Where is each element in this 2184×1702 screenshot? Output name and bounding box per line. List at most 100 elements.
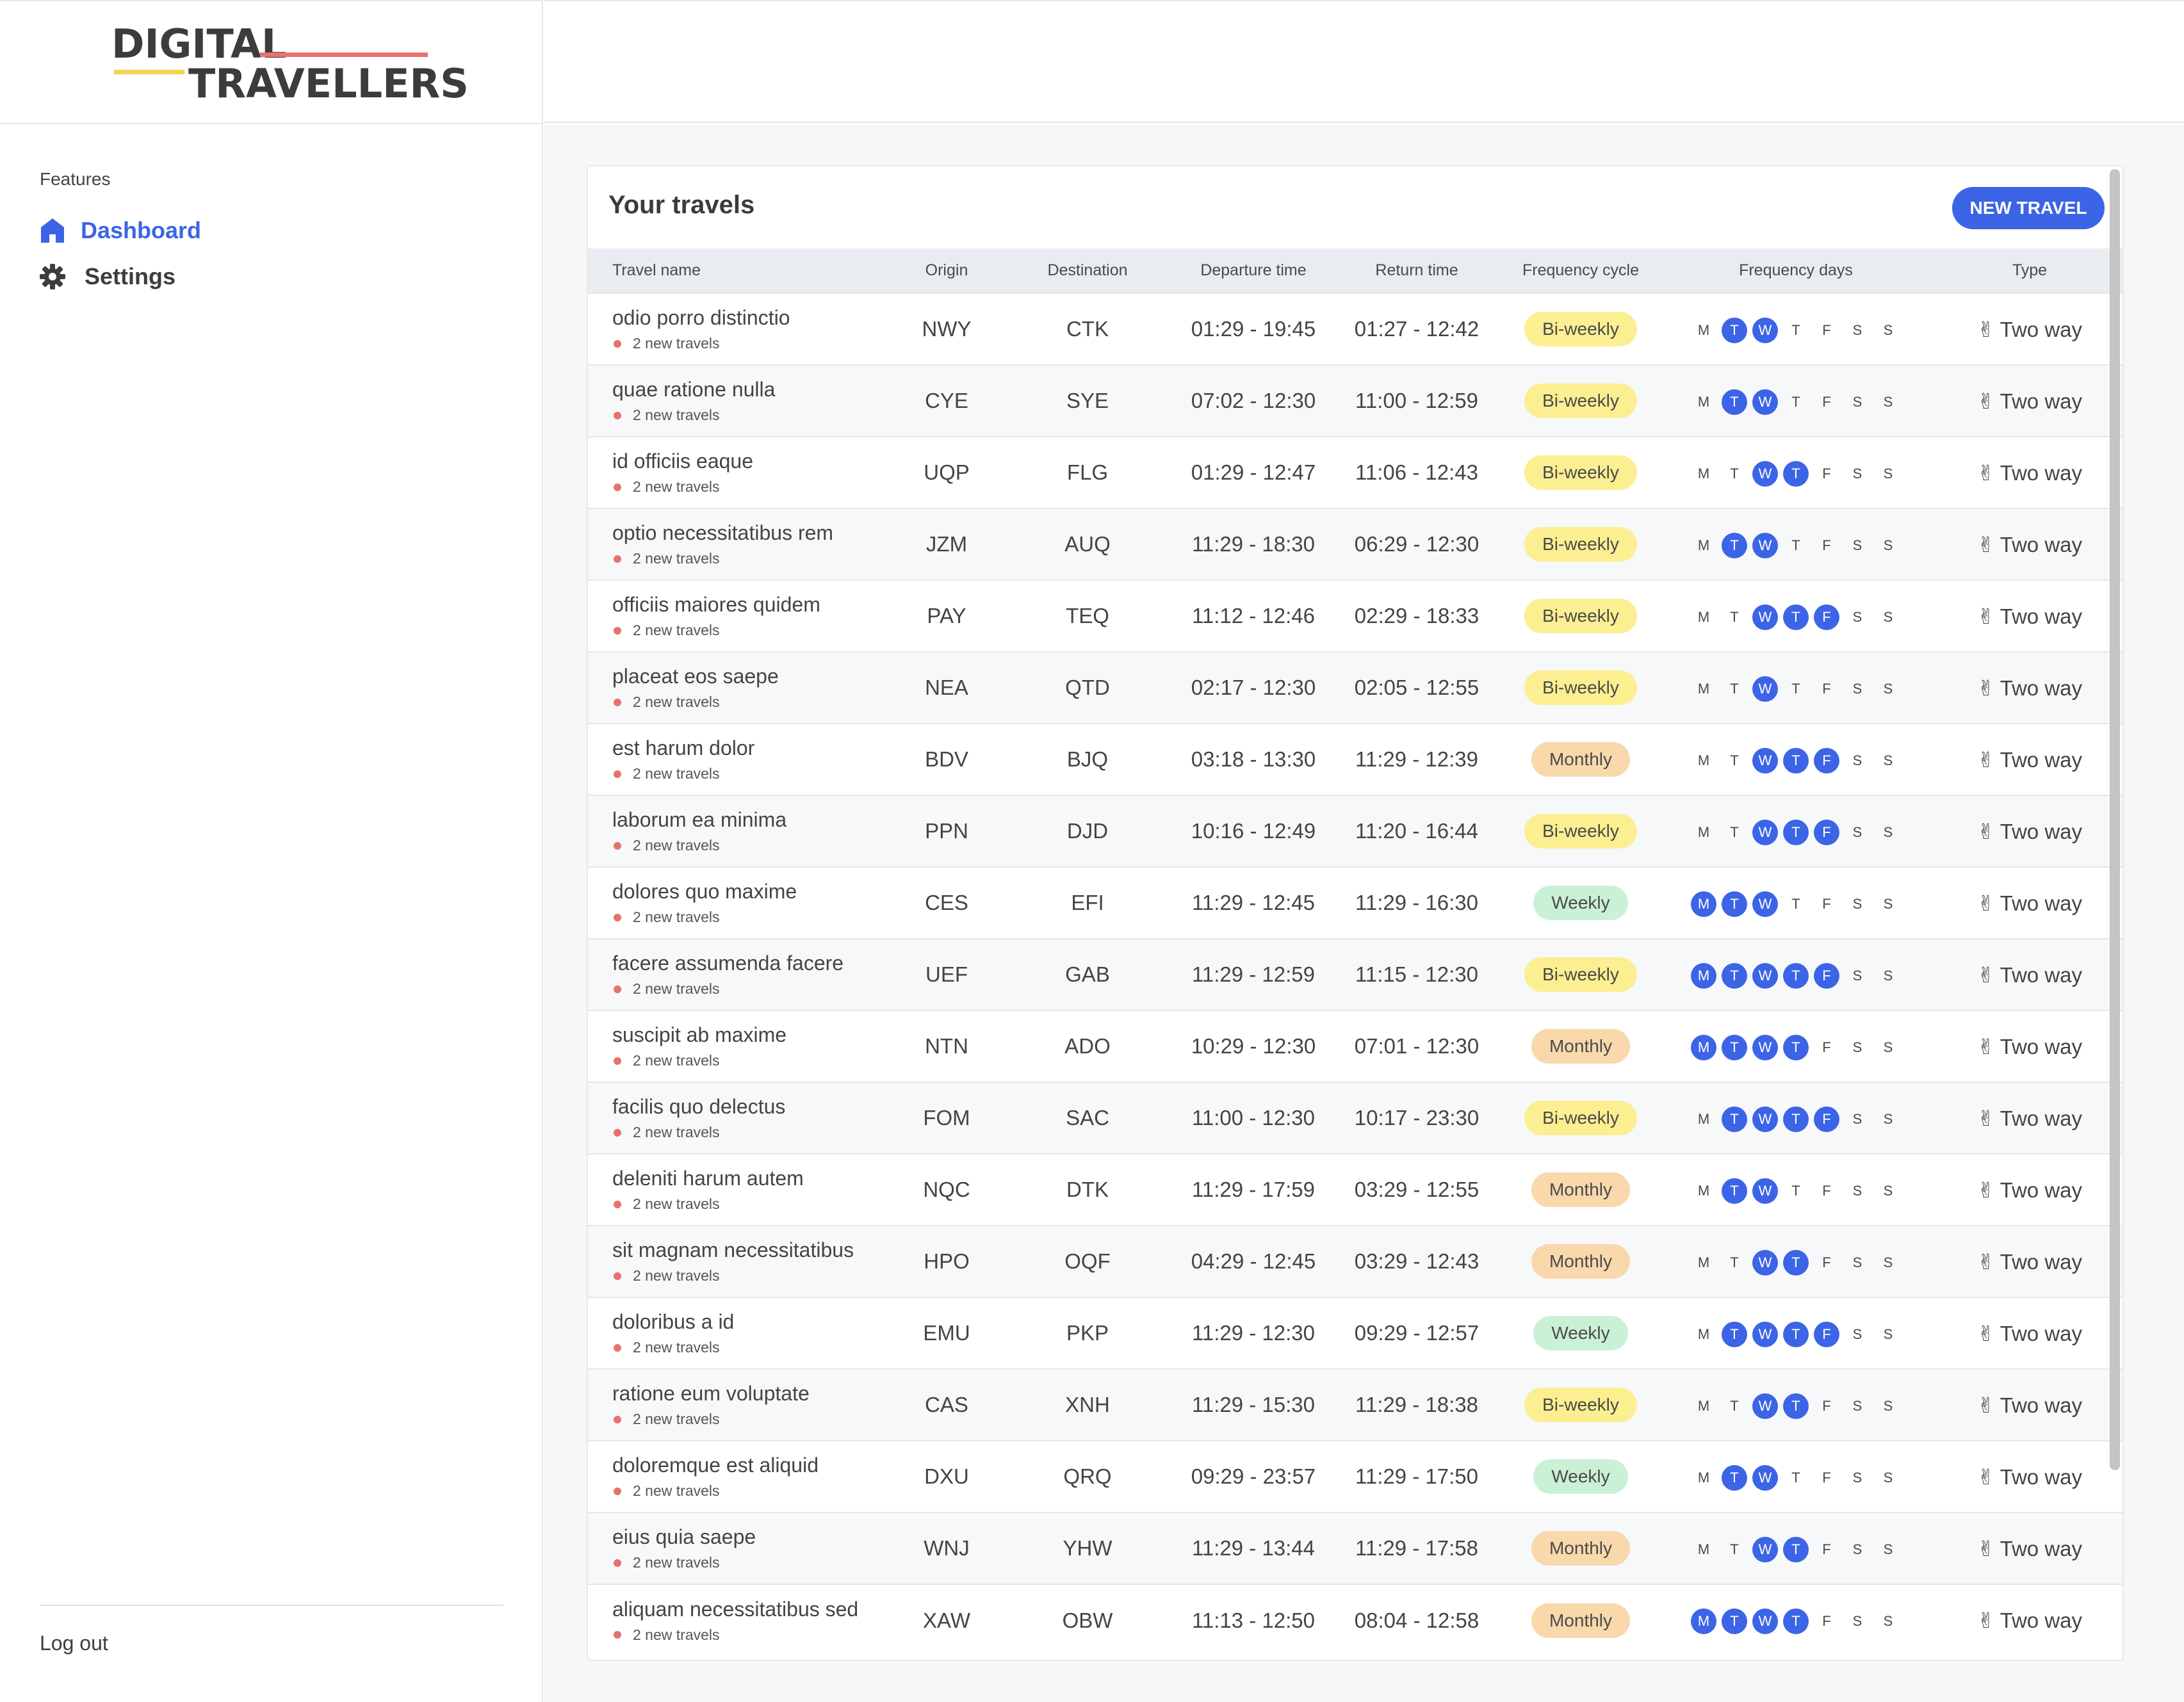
table-row[interactable]: ratione eum voluptate 2 new travels CAS XNH…: [588, 1369, 2123, 1441]
table-row[interactable]: quae ratione nulla 2 new travels CYE SYE 07:…: [588, 365, 2123, 437]
frequency-days-cell: MTWTFSS: [1658, 1369, 1934, 1441]
table-row[interactable]: laborum ea minima 2 new travels PPN DJD 10:1…: [588, 795, 2123, 867]
table-row[interactable]: doloremque est aliquid 2 new travels DXU QR…: [588, 1441, 2123, 1512]
travel-name[interactable]: suscipit ab maxime: [612, 1023, 895, 1047]
travel-name[interactable]: doloremque est aliquid: [612, 1454, 895, 1477]
day-indicator: T: [1730, 680, 1739, 697]
column-header-destination[interactable]: Destination: [998, 248, 1177, 293]
table-row[interactable]: facilis quo delectus 2 new travels FOM SAC 1…: [588, 1082, 2123, 1154]
day-indicator: S: [1883, 1613, 1893, 1629]
frequency-days-cell: MTWTFSS: [1658, 1584, 1934, 1656]
table-row[interactable]: optio necessitatibus rem 2 new travels JZM…: [588, 508, 2123, 580]
column-header-origin[interactable]: Origin: [895, 248, 998, 293]
return-time-cell: 02:05 - 12:55: [1354, 676, 1479, 699]
sidebar-item-dashboard[interactable]: Dashboard: [38, 216, 201, 245]
day-indicator: M: [1697, 608, 1710, 625]
travel-name-cell: optio necessitatibus rem 2 new travels: [588, 508, 895, 580]
destination-cell: CTK: [1066, 317, 1109, 341]
type-cell: ✌ Two way: [1934, 1226, 2123, 1297]
frequency-days-cell: MTWTFSS: [1658, 437, 1934, 508]
sidebar-divider: [40, 1605, 503, 1606]
day-indicator: S: [1883, 1397, 1893, 1414]
return-time-cell: 09:29 - 12:57: [1354, 1321, 1479, 1345]
logout-link[interactable]: Log out: [40, 1632, 108, 1655]
column-header-travel-name[interactable]: Travel name: [588, 248, 895, 293]
travel-name[interactable]: deleniti harum autem: [612, 1167, 895, 1190]
column-header-return-time[interactable]: Return time: [1330, 248, 1504, 293]
origin-cell: CYE: [925, 389, 968, 412]
travel-name[interactable]: odio porro distinctio: [612, 306, 895, 330]
logo[interactable]: DIGITAL TRAVELLERS: [111, 24, 469, 108]
table-row[interactable]: suscipit ab maxime 2 new travels NTN ADO 10:…: [588, 1010, 2123, 1082]
frequency-days: MTWTFSS: [1691, 604, 1901, 630]
table-row[interactable]: dolores quo maxime 2 new travels CES EFI 11:…: [588, 867, 2123, 939]
table-row[interactable]: id officiis eaque 2 new travels UQP FLG 01:2…: [588, 437, 2123, 508]
departure-time-cell: 11:29 - 12:45: [1191, 891, 1316, 914]
day-indicator: S: [1883, 752, 1893, 768]
departure-time-cell: 11:12 - 12:46: [1191, 604, 1316, 628]
day-indicator: W: [1752, 1609, 1778, 1634]
day-indicator: T: [1730, 823, 1739, 840]
table-row[interactable]: aliquam necessitatibus sed 2 new travels X…: [588, 1584, 2123, 1656]
day-indicator: S: [1883, 680, 1893, 697]
travel-name[interactable]: sit magnam necessitatibus: [612, 1238, 895, 1262]
table-row[interactable]: officiis maiores quidem 2 new travels PAY T…: [588, 580, 2123, 652]
travel-name[interactable]: ratione eum voluptate: [612, 1382, 895, 1406]
day-indicator: F: [1822, 321, 1831, 338]
day-indicator: M: [1697, 321, 1710, 338]
table-row[interactable]: placeat eos saepe 2 new travels NEA QTD 02:1…: [588, 652, 2123, 724]
frequency-days: MTWTFSS: [1691, 460, 1901, 487]
vertical-scrollbar[interactable]: [2110, 169, 2120, 1470]
status-dot-icon: [614, 626, 621, 635]
travel-name[interactable]: optio necessitatibus rem: [612, 521, 895, 545]
new-travels-text: 2 new travels: [633, 1195, 720, 1212]
day-indicator: T: [1783, 1034, 1809, 1060]
day-indicator: S: [1852, 537, 1862, 553]
travel-name[interactable]: doloribus a id: [612, 1310, 895, 1334]
frequency-cycle-badge: Bi-weekly: [1524, 1101, 1637, 1135]
table-row[interactable]: sit magnam necessitatibus 2 new travels HP…: [588, 1226, 2123, 1297]
frequency-days-cell: MTWTFSS: [1658, 580, 1934, 652]
travel-name[interactable]: est harum dolor: [612, 736, 895, 760]
travel-name[interactable]: facere assumenda facere: [612, 952, 895, 975]
travel-name[interactable]: eius quia saepe: [612, 1525, 895, 1549]
travel-name[interactable]: facilis quo delectus: [612, 1095, 895, 1119]
new-travels-text: 2 new travels: [633, 837, 720, 854]
day-indicator: W: [1752, 891, 1778, 917]
travel-name[interactable]: aliquam necessitatibus sed: [612, 1598, 895, 1621]
table-row[interactable]: odio porro distinctio 2 new travels NWY CTK…: [588, 293, 2123, 365]
travel-name[interactable]: dolores quo maxime: [612, 880, 895, 904]
travel-name[interactable]: officiis maiores quidem: [612, 593, 895, 617]
status-dot-icon: [614, 1487, 621, 1495]
column-header-frequency-cycle[interactable]: Frequency cycle: [1504, 248, 1658, 293]
origin-cell: XAW: [923, 1608, 970, 1632]
travel-name[interactable]: quae ratione nulla: [612, 378, 895, 401]
travel-name-cell: quae ratione nulla 2 new travels: [588, 365, 895, 437]
frequency-days-cell: MTWTFSS: [1658, 867, 1934, 939]
column-header-departure-time[interactable]: Departure time: [1177, 248, 1330, 293]
new-travels-indicator: 2 new travels: [612, 1195, 895, 1213]
travel-name[interactable]: laborum ea minima: [612, 808, 895, 832]
table-row[interactable]: facere assumenda facere 2 new travels UEF G…: [588, 939, 2123, 1010]
new-travels-text: 2 new travels: [633, 407, 720, 423]
table-row[interactable]: eius quia saepe 2 new travels WNJ YHW 11:29 …: [588, 1512, 2123, 1584]
frequency-cycle-cell: Bi-weekly: [1504, 580, 1658, 652]
departure-time-cell: 11:13 - 12:50: [1191, 1608, 1316, 1632]
table-row[interactable]: est harum dolor 2 new travels BDV BJQ 03:18 …: [588, 724, 2123, 795]
return-time-cell: 11:00 - 12:59: [1355, 389, 1479, 412]
new-travel-button[interactable]: NEW TRAVEL: [1952, 187, 2105, 229]
travel-name[interactable]: placeat eos saepe: [612, 665, 895, 688]
travel-name[interactable]: id officiis eaque: [612, 450, 895, 473]
table-row[interactable]: doloribus a id 2 new travels EMU PKP 11:29 -…: [588, 1297, 2123, 1369]
sidebar-item-settings[interactable]: Settings: [38, 263, 175, 291]
origin-cell: WNJ: [924, 1536, 970, 1560]
column-header-frequency-days[interactable]: Frequency days: [1658, 248, 1934, 293]
day-indicator: S: [1883, 608, 1893, 625]
column-header-type[interactable]: Type: [1934, 248, 2123, 293]
travel-name-cell: ratione eum voluptate 2 new travels: [588, 1369, 895, 1441]
frequency-cycle-cell: Bi-weekly: [1504, 508, 1658, 580]
day-indicator: F: [1822, 1613, 1831, 1629]
frequency-cycle-cell: Monthly: [1504, 724, 1658, 795]
day-indicator: F: [1822, 1182, 1831, 1199]
table-row[interactable]: deleniti harum autem 2 new travels NQC DTK 1…: [588, 1154, 2123, 1226]
